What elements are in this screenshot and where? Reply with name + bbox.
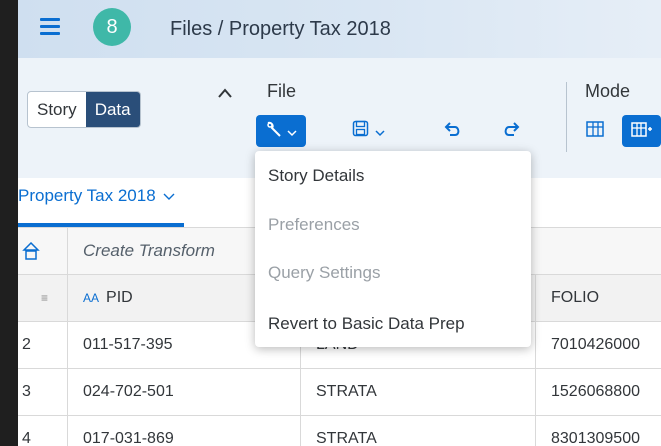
- redo-button[interactable]: [496, 115, 526, 147]
- avatar[interactable]: 8: [93, 8, 131, 46]
- column-header-label: PID: [106, 289, 133, 306]
- table-row: 3 024-702-501 STRATA 1526068800: [18, 369, 661, 416]
- mode-group-label: Mode: [585, 81, 631, 101]
- menu-item-preferences[interactable]: Preferences: [268, 215, 360, 235]
- cell-folio[interactable]: 7010426000: [536, 322, 661, 368]
- transform-icon[interactable]: [18, 228, 68, 274]
- undo-button[interactable]: [438, 115, 468, 147]
- save-icon: [352, 120, 369, 142]
- table-row: 4 017-031-869 STRATA 8301309500: [18, 416, 661, 446]
- cell-pid[interactable]: 024-702-501: [68, 369, 301, 415]
- chevron-down-icon: [374, 121, 385, 142]
- redo-icon: [502, 121, 520, 142]
- chevron-up-icon[interactable]: [218, 82, 232, 103]
- table-icon: [586, 120, 604, 142]
- tab-label: Property Tax 2018: [18, 186, 156, 205]
- cell-pid[interactable]: 017-031-869: [68, 416, 301, 446]
- page-title: Files / Property Tax 2018: [170, 18, 391, 40]
- chevron-down-icon: [287, 121, 297, 142]
- mode-transform-button[interactable]: [622, 115, 661, 147]
- row-number: 3: [18, 369, 68, 415]
- tools-menu-button[interactable]: [256, 115, 306, 147]
- text-type-icon: AA: [83, 291, 100, 305]
- chevron-down-icon: [163, 186, 175, 205]
- mode-table-button[interactable]: [580, 115, 610, 147]
- file-group-label: File: [267, 81, 297, 101]
- menu-item-query-settings[interactable]: Query Settings: [268, 263, 380, 283]
- row-number: 2: [18, 322, 68, 368]
- hamburger-menu-icon[interactable]: [40, 18, 60, 35]
- left-screen-edge: [0, 0, 18, 446]
- menu-item-revert-basic-data-prep[interactable]: Revert to Basic Data Prep: [268, 314, 465, 334]
- story-data-toggle: Story Data: [27, 91, 141, 128]
- wrench-icon: [265, 120, 283, 143]
- menu-item-story-details[interactable]: Story Details: [268, 166, 364, 186]
- story-toggle-button[interactable]: Story: [28, 92, 86, 127]
- cell-folio[interactable]: 8301309500: [536, 416, 661, 446]
- shell-header: 8 Files / Property Tax 2018: [18, 0, 661, 58]
- row-number: 4: [18, 416, 68, 446]
- cell-type[interactable]: STRATA: [301, 416, 536, 446]
- row-menu-icon[interactable]: ≡: [18, 275, 68, 321]
- toolbar-divider: [566, 82, 567, 152]
- tab-selected-indicator: [18, 223, 184, 227]
- tools-dropdown-menu: Story Details Preferences Query Settings…: [255, 151, 531, 347]
- cell-type[interactable]: STRATA: [301, 369, 536, 415]
- column-header-folio[interactable]: FOLIO: [536, 275, 661, 321]
- data-toggle-button[interactable]: Data: [85, 92, 140, 127]
- save-menu-button[interactable]: [345, 115, 391, 147]
- undo-icon: [444, 121, 462, 142]
- tab-property-tax-2018[interactable]: Property Tax 2018: [18, 186, 175, 206]
- cell-folio[interactable]: 1526068800: [536, 369, 661, 415]
- grid-transform-icon: [630, 120, 653, 143]
